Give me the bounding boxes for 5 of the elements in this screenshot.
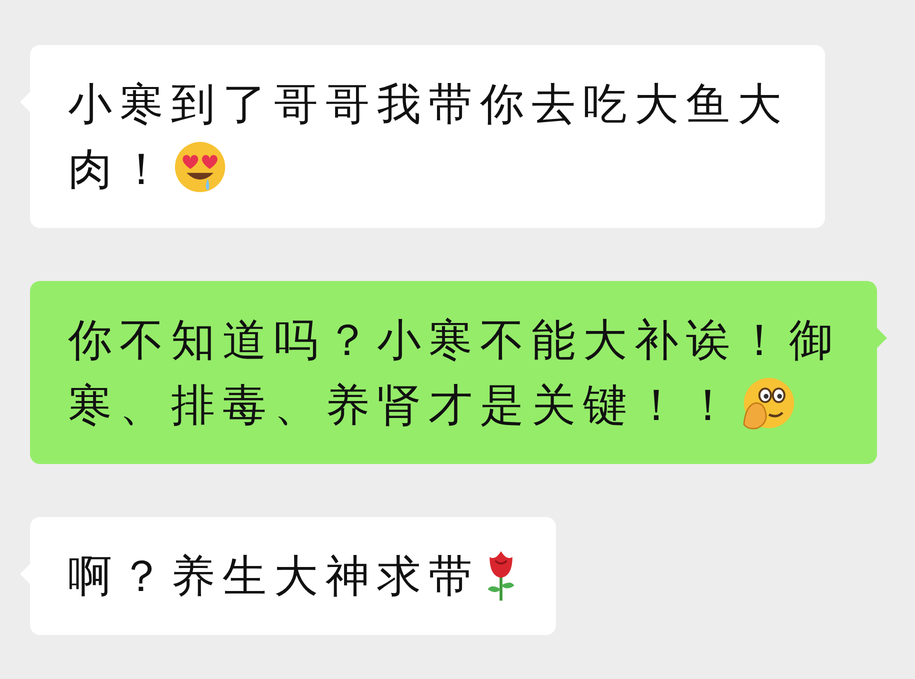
message-text: 寒、排毒、养肾才是关键！！ xyxy=(68,380,738,431)
message-text: 肉！ xyxy=(68,144,171,195)
message-text: 小寒到了哥哥我带你去吃大鱼大 xyxy=(68,79,789,130)
message-text: 你不知道吗？小寒不能大补诶！御 xyxy=(68,315,840,366)
message-text: 啊？养生大神求带 xyxy=(68,551,480,602)
